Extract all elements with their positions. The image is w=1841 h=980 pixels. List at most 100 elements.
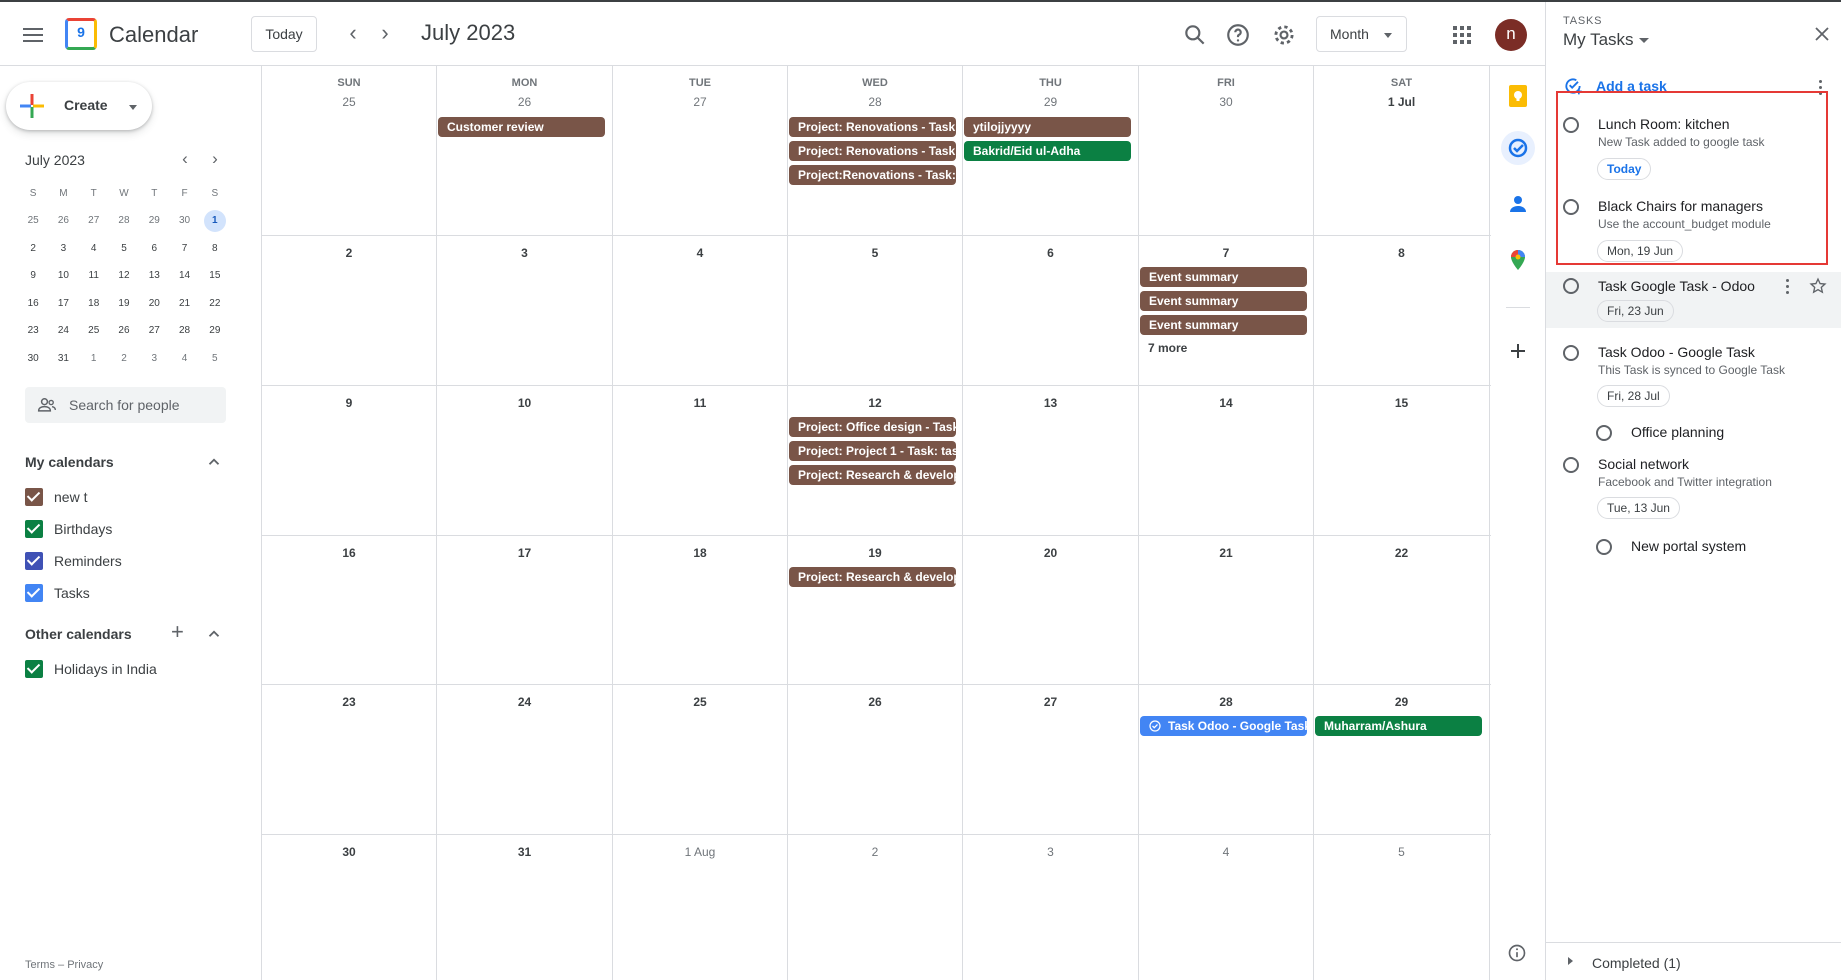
mini-day[interactable]: 9 [18,265,48,287]
day-number[interactable]: 21 [1139,546,1313,560]
day-cell[interactable]: 2 [788,835,963,980]
mini-day[interactable]: 31 [48,348,78,370]
view-selector-dropdown[interactable]: Month [1316,16,1407,52]
day-cell[interactable]: SAT 1 Jul [1314,66,1490,235]
day-cell[interactable]: 20 [963,536,1139,684]
day-number[interactable]: 22 [1314,546,1489,560]
day-cell[interactable]: 25 [613,685,788,834]
task-due-date-chip[interactable]: Mon, 19 Jun [1597,240,1684,262]
day-cell[interactable]: 5 [788,236,963,385]
day-cell[interactable]: 31 [437,835,613,980]
day-cell[interactable]: TUE 27 [613,66,788,235]
mini-day[interactable]: 2 [109,348,139,370]
mini-day[interactable]: 30 [169,210,199,232]
maps-app-button[interactable] [1501,243,1535,277]
day-number[interactable]: 9 [262,396,436,410]
get-addons-button[interactable] [1501,334,1535,368]
mini-day[interactable]: 17 [48,293,78,315]
day-number[interactable]: 15 [1314,396,1489,410]
day-cell[interactable]: 9 [262,386,437,535]
day-number[interactable]: 2 [262,246,436,260]
day-number[interactable]: 1 Aug [613,845,787,859]
other-calendars-title[interactable]: Other calendars [25,626,132,642]
chevron-up-icon[interactable] [205,453,223,471]
day-cell[interactable]: 30 [262,835,437,980]
mini-day[interactable]: 2 [18,238,48,260]
day-number[interactable]: 2 [788,845,962,859]
day-cell[interactable]: 18 [613,536,788,684]
task-item[interactable]: Task Odoo - Google Task This Task is syn… [1546,342,1841,408]
mini-day[interactable]: 3 [139,348,169,370]
add-other-calendar-plus-icon[interactable]: + [171,621,184,643]
mini-day[interactable]: 26 [48,210,78,232]
mini-day[interactable]: 27 [79,210,109,232]
mini-next-month-icon[interactable]: › [205,149,225,169]
calendar-item-new-t[interactable]: new t [25,487,87,507]
day-number[interactable]: 4 [613,246,787,260]
task-item[interactable]: Black Chairs for managers Use the accoun… [1546,196,1841,262]
day-number[interactable]: 12 [788,396,962,410]
day-number[interactable]: 26 [788,695,962,709]
mini-day[interactable]: 28 [109,210,139,232]
day-number[interactable]: 23 [262,695,436,709]
day-cell[interactable]: 28 Task Odoo - Google Task [1139,685,1314,834]
day-cell[interactable]: 13 [963,386,1139,535]
task-list-options-icon[interactable] [1819,80,1823,98]
event-chip[interactable]: Project:Renovations - Task:r [789,165,956,185]
day-cell[interactable]: 21 [1139,536,1314,684]
day-cell[interactable]: 10 [437,386,613,535]
my-calendars-title[interactable]: My calendars [25,454,114,470]
mini-day[interactable]: 8 [200,238,230,260]
previous-month-icon[interactable]: ‹ [341,22,365,46]
event-chip[interactable]: Project: Renovations - Task: [789,141,956,161]
mini-day[interactable]: 29 [139,210,169,232]
mini-day[interactable]: 25 [18,210,48,232]
holiday-chip[interactable]: Muharram/Ashura [1315,716,1482,736]
task-due-date-chip[interactable]: Tue, 13 Jun [1597,497,1680,519]
task-complete-radio-icon[interactable] [1563,457,1579,473]
day-number[interactable]: 10 [437,396,612,410]
mini-day[interactable]: 6 [139,238,169,260]
day-cell[interactable]: 29 Muharram/Ashura [1314,685,1490,834]
task-complete-radio-icon[interactable] [1596,425,1612,441]
task-chip[interactable]: Task Odoo - Google Task [1140,716,1307,736]
mini-day[interactable]: 7 [169,238,199,260]
mini-day[interactable]: 25 [79,320,109,342]
day-cell[interactable]: 15 [1314,386,1490,535]
day-cell[interactable]: 19 Project: Research & develop [788,536,963,684]
day-cell[interactable]: WED 28 Project: Renovations - Task: Proj… [788,66,963,235]
event-chip[interactable]: ytilojjyyyy [964,117,1131,137]
mini-day[interactable]: 28 [169,320,199,342]
day-number[interactable]: 24 [437,695,612,709]
day-cell[interactable]: 17 [437,536,613,684]
privacy-link[interactable]: Privacy [67,959,103,971]
completed-tasks-toggle[interactable]: Completed (1) [1546,942,1841,980]
day-cell[interactable]: 4 [1139,835,1314,980]
day-number[interactable]: 5 [788,246,962,260]
star-icon[interactable] [1809,277,1827,295]
task-complete-radio-icon[interactable] [1563,199,1579,215]
day-cell[interactable]: 4 [613,236,788,385]
day-cell[interactable]: MON 26 Customer review [437,66,613,235]
mini-day[interactable]: 27 [139,320,169,342]
mini-day[interactable]: 11 [79,265,109,287]
mini-day[interactable]: 20 [139,293,169,315]
mini-day[interactable]: 4 [79,238,109,260]
terms-link[interactable]: Terms [25,959,55,971]
task-due-date-chip[interactable]: Today [1597,158,1652,180]
day-number[interactable]: 25 [262,95,436,109]
mini-day[interactable]: 18 [79,293,109,315]
day-cell[interactable]: 11 [613,386,788,535]
more-events-link[interactable]: 7 more [1148,341,1187,355]
day-number[interactable]: 30 [1139,95,1313,109]
search-people-input[interactable]: Search for people [25,387,226,423]
info-icon[interactable] [1507,943,1527,963]
mini-day[interactable]: 26 [109,320,139,342]
task-complete-radio-icon[interactable] [1563,117,1579,133]
mini-day[interactable]: 29 [200,320,230,342]
add-task-button[interactable]: Add a task [1563,76,1667,96]
day-cell[interactable]: 8 [1314,236,1490,385]
holiday-chip[interactable]: Bakrid/Eid ul-Adha [964,141,1131,161]
calendar-item-birthdays[interactable]: Birthdays [25,519,112,539]
day-cell[interactable]: 24 [437,685,613,834]
